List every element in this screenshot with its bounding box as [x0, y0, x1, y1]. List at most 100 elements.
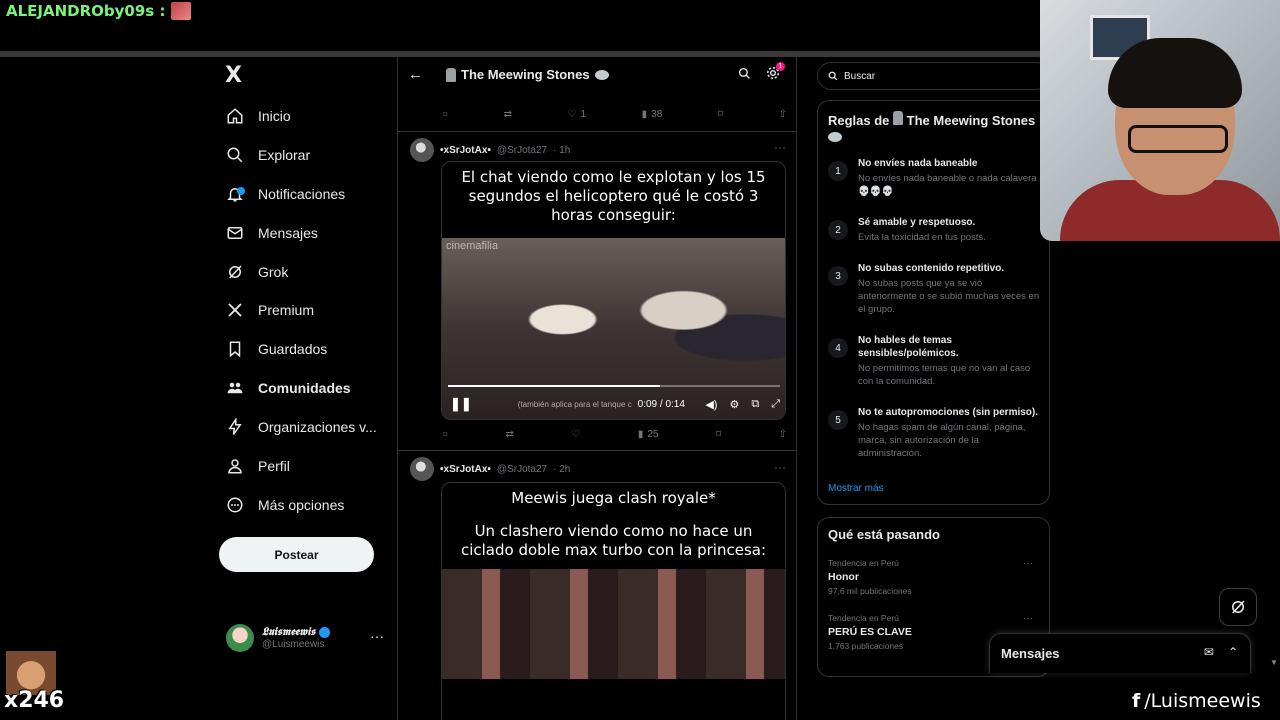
- nav-item-home[interactable]: Inicio: [226, 101, 291, 131]
- profile-name: 𝕷𝖚𝖎𝖘𝖒𝖊𝖊𝖜𝖎𝖘: [262, 626, 316, 638]
- search-input[interactable]: Buscar: [817, 62, 1050, 90]
- trend-context: Tendencia en Perú: [828, 558, 899, 568]
- avatar[interactable]: [410, 138, 434, 162]
- views-icon: ▮: [637, 429, 644, 440]
- rule-description: No envíes nada baneable o nada calavera …: [858, 173, 1037, 197]
- community-timeline: ← The Meewing Stones 1 ○ ⇄ ♡ 1 ▮ 38 ⌑ ⇧ •x…: [397, 57, 797, 720]
- chevron-up-icon[interactable]: ⌃: [1228, 645, 1238, 659]
- moai-emoji-icon: [446, 67, 456, 82]
- nav-item-messages[interactable]: Mensajes: [226, 218, 318, 248]
- post-button[interactable]: Postear: [219, 537, 374, 572]
- more-circle-icon: [226, 496, 244, 514]
- back-arrow-icon[interactable]: ←: [408, 66, 423, 83]
- settings-icon[interactable]: ⚙: [729, 398, 739, 411]
- video-frame[interactable]: [442, 569, 785, 679]
- more-horizontal-icon[interactable]: ···: [774, 460, 786, 474]
- nav-label: Mensajes: [258, 225, 318, 241]
- nav-item-profile[interactable]: Perfil: [226, 451, 290, 481]
- trend-item[interactable]: Tendencia en Perú Honor 97,6 mil publica…: [828, 558, 1043, 596]
- tweet-header: •xSrJotAx• @SrJota27 · 2h: [410, 457, 570, 481]
- streamer-webcam: [1040, 0, 1280, 241]
- trend-context: Tendencia en Perú: [828, 613, 899, 623]
- home-icon: [226, 107, 244, 125]
- rules-title: Reglas de The Meewing Stones: [828, 111, 1038, 146]
- more-horizontal-icon[interactable]: ···: [1023, 613, 1033, 624]
- views-button[interactable]: ▮ 25: [638, 429, 659, 440]
- search-icon[interactable]: [738, 67, 751, 83]
- video-caption: Un clashero viendo como no hace un cicla…: [460, 522, 767, 559]
- rule-title: No te autopromociones (sin permiso).: [858, 407, 1039, 418]
- rule-title: No hables de temas sensibles/polémicos.: [858, 335, 959, 359]
- reply-icon[interactable]: ○: [442, 109, 448, 120]
- tweet-author-handle[interactable]: @SrJota27: [497, 464, 547, 475]
- bookmark-icon[interactable]: ⌑: [716, 429, 721, 440]
- nav-item-explore[interactable]: Explorar: [226, 140, 310, 170]
- pause-icon[interactable]: ❚❚: [450, 396, 472, 412]
- tweet-author-name[interactable]: •xSrJotAx•: [440, 464, 491, 475]
- grok-floating-button[interactable]: [1219, 588, 1257, 626]
- search-placeholder: Buscar: [844, 70, 876, 82]
- views-button[interactable]: ▮ 38: [642, 109, 663, 120]
- view-count: 25: [647, 429, 659, 440]
- video-subtitle: (también aplica para el tanque c: [517, 399, 632, 409]
- new-message-icon[interactable]: ✉: [1204, 645, 1214, 659]
- nav-item-organizations[interactable]: Organizaciones v...: [226, 412, 377, 442]
- more-horizontal-icon[interactable]: ···: [1023, 558, 1033, 569]
- nav-item-premium[interactable]: Premium: [226, 295, 314, 325]
- video-frame[interactable]: cinemafilia ❚❚ (también aplica para el t…: [442, 238, 785, 419]
- tweet-time[interactable]: · 1h: [553, 145, 570, 156]
- search-icon: [226, 146, 244, 164]
- heart-icon[interactable]: ♡: [571, 429, 580, 440]
- communities-icon: [226, 379, 244, 397]
- tweet-video[interactable]: Meewis juega clash royale* Un clashero v…: [441, 482, 786, 720]
- x-logo-icon[interactable]: X: [225, 64, 249, 88]
- streamer-hair: [1108, 38, 1242, 108]
- nav-item-more[interactable]: Más opciones: [226, 490, 344, 520]
- video-watermark: cinemafilia: [446, 240, 498, 252]
- scroll-down-arrow[interactable]: ▼: [1270, 658, 1278, 667]
- nav-item-communities[interactable]: Comunidades: [226, 373, 351, 403]
- profile-handle: @Luismeewis: [262, 639, 325, 650]
- nav-item-notifications[interactable]: Notificaciones: [226, 179, 345, 209]
- like-button[interactable]: ♡ 1: [568, 109, 587, 120]
- repost-icon[interactable]: ⇄: [504, 109, 512, 120]
- tweet-time[interactable]: · 2h: [553, 464, 570, 475]
- rule-description: No permitimos temas que no van al caso c…: [858, 363, 1031, 387]
- person-icon: [226, 457, 244, 475]
- more-horizontal-icon[interactable]: ···: [774, 140, 786, 154]
- repost-icon[interactable]: ⇄: [506, 429, 514, 440]
- rules-title-suffix: The Meewing Stones: [906, 113, 1036, 128]
- tweet-author-handle[interactable]: @SrJota27: [497, 145, 547, 156]
- post-actions: ○ ⇄ ♡ 1 ▮ 38 ⌑ ⇧: [442, 109, 787, 120]
- grok-icon: [226, 263, 244, 281]
- bookmark-icon: [226, 340, 244, 358]
- share-icon[interactable]: ⇧: [779, 429, 787, 440]
- tweet-author-name[interactable]: •xSrJotAx•: [440, 145, 491, 156]
- more-horizontal-icon[interactable]: ···: [370, 628, 384, 644]
- avatar[interactable]: [410, 457, 434, 481]
- bookmark-icon[interactable]: ⌑: [718, 109, 723, 120]
- share-icon[interactable]: ⇧: [779, 109, 787, 120]
- show-more-link[interactable]: Mostrar más: [828, 483, 884, 494]
- rule-description: No hagas spam de algún canal, página, ma…: [858, 422, 1026, 459]
- rule-number: 2: [828, 220, 848, 240]
- video-progress-bar[interactable]: [448, 385, 780, 387]
- tweet-video[interactable]: El chat viendo como le explotan y los 15…: [441, 161, 786, 420]
- reply-icon[interactable]: ○: [442, 429, 448, 440]
- messages-drawer[interactable]: Mensajes ✉ ⌃: [989, 633, 1251, 673]
- nav-item-bookmarks[interactable]: Guardados: [226, 334, 327, 364]
- emote-counter: x246: [4, 688, 65, 713]
- chat-username: ALEJANDROby09s :: [6, 2, 166, 20]
- fullscreen-icon[interactable]: ⤢: [771, 398, 780, 411]
- rule-number: 4: [828, 338, 848, 358]
- pip-icon[interactable]: ⧉: [751, 398, 759, 411]
- nav-item-grok[interactable]: Grok: [226, 257, 288, 287]
- rule-description: No subas posts que ya se vió anteriormen…: [858, 278, 1040, 315]
- volume-icon[interactable]: ◀): [705, 398, 717, 411]
- nav-label: Organizaciones v...: [258, 419, 377, 435]
- account-switcher[interactable]: 𝕷𝖚𝖎𝖘𝖒𝖊𝖊𝖜𝖎𝖘 @Luismeewis: [226, 624, 331, 652]
- trend-count: 97,6 mil publicaciones: [828, 586, 912, 596]
- nav-label: Perfil: [258, 458, 290, 474]
- rock-emoji-icon: [594, 69, 609, 80]
- rule-number: 1: [828, 161, 848, 181]
